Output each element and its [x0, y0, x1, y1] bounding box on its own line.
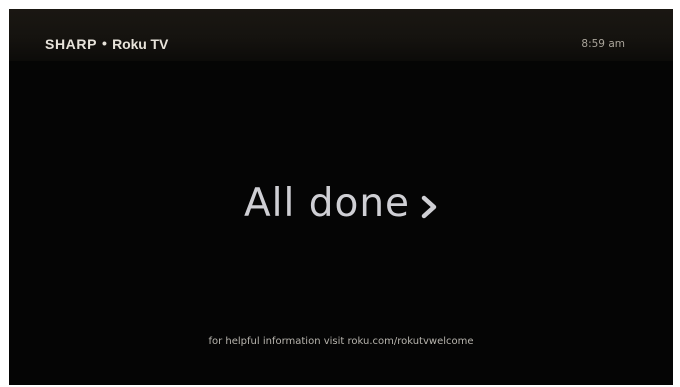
help-text: for helpful information visit roku.com/r…	[208, 336, 474, 347]
brand-logo: SHARP • Roku TV	[45, 35, 168, 53]
tv-screen: SHARP • Roku TV 8:59 am All done for hel…	[9, 9, 673, 385]
brand-separator: •	[102, 35, 108, 51]
clock: 8:59 am	[581, 38, 625, 50]
brand-roku-tv: Roku TV	[112, 36, 169, 52]
all-done-button[interactable]: All done	[9, 179, 673, 227]
all-done-label: All done	[243, 180, 411, 226]
brand-sharp: SHARP	[45, 36, 98, 52]
chevron-right-icon	[420, 195, 438, 219]
top-bar: SHARP • Roku TV 8:59 am	[9, 9, 673, 61]
